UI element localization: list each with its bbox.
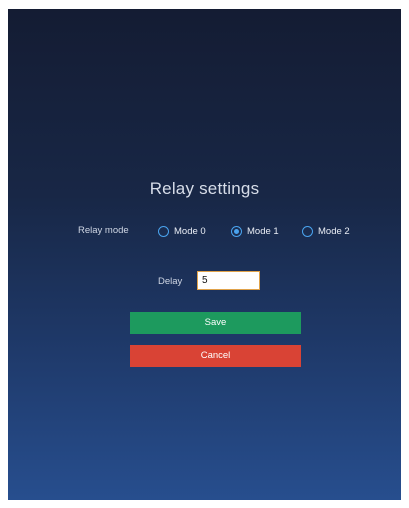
relay-settings-screen: Relay settings Relay mode Mode 0 Mode 1 … — [8, 9, 401, 500]
radio-mode-1-label: Mode 1 — [247, 225, 279, 237]
radio-checked-icon — [231, 225, 242, 237]
delay-input[interactable] — [197, 271, 260, 290]
radio-unchecked-icon — [158, 225, 169, 237]
radio-mode-0-label: Mode 0 — [174, 225, 206, 237]
radio-mode-0[interactable]: Mode 0 — [158, 220, 206, 242]
radio-mode-2[interactable]: Mode 2 — [302, 220, 350, 242]
save-button[interactable]: Save — [130, 312, 301, 334]
dialog-title: Relay settings — [149, 179, 260, 198]
radio-mode-1[interactable]: Mode 1 — [231, 220, 279, 242]
radio-unchecked-icon — [302, 225, 313, 237]
delay-label: Delay — [158, 276, 183, 287]
relay-mode-radio-group: Mode 0 Mode 1 Mode 2 — [8, 220, 401, 242]
radio-mode-2-label: Mode 2 — [318, 225, 350, 237]
cancel-button[interactable]: Cancel — [130, 345, 301, 367]
